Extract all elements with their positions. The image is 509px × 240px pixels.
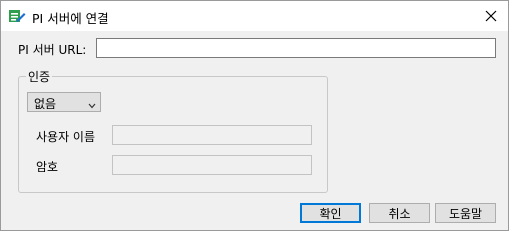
server-url-input[interactable] [96, 38, 496, 58]
ok-button[interactable]: 확인 [300, 203, 361, 223]
chevron-down-icon [88, 98, 96, 112]
server-url-label: PI 서버 URL: [18, 43, 87, 57]
close-icon [485, 10, 497, 22]
authentication-method-value: 없음 [34, 97, 57, 111]
pi-connect-icon [8, 8, 26, 24]
window-title: PI 서버에 연결 [32, 11, 109, 26]
ok-button-label: 확인 [319, 206, 342, 221]
username-input[interactable] [112, 125, 312, 145]
authentication-group-label: 인증 [26, 68, 53, 85]
cancel-button-label: 취소 [388, 206, 411, 221]
authentication-method-dropdown[interactable]: 없음 [27, 92, 101, 112]
cancel-button[interactable]: 취소 [369, 203, 430, 223]
close-button[interactable] [480, 5, 502, 27]
password-input[interactable] [112, 155, 312, 175]
help-button-label: 도움말 [448, 206, 483, 221]
username-label: 사용자 이름 [36, 130, 96, 144]
help-button[interactable]: 도움말 [435, 203, 496, 223]
connect-pi-server-dialog: PI 서버에 연결 PI 서버 URL: 인증 없음 사용자 이름 암호 확인 … [0, 0, 509, 231]
title-bar: PI 서버에 연결 [1, 1, 508, 31]
password-label: 암호 [36, 160, 59, 174]
